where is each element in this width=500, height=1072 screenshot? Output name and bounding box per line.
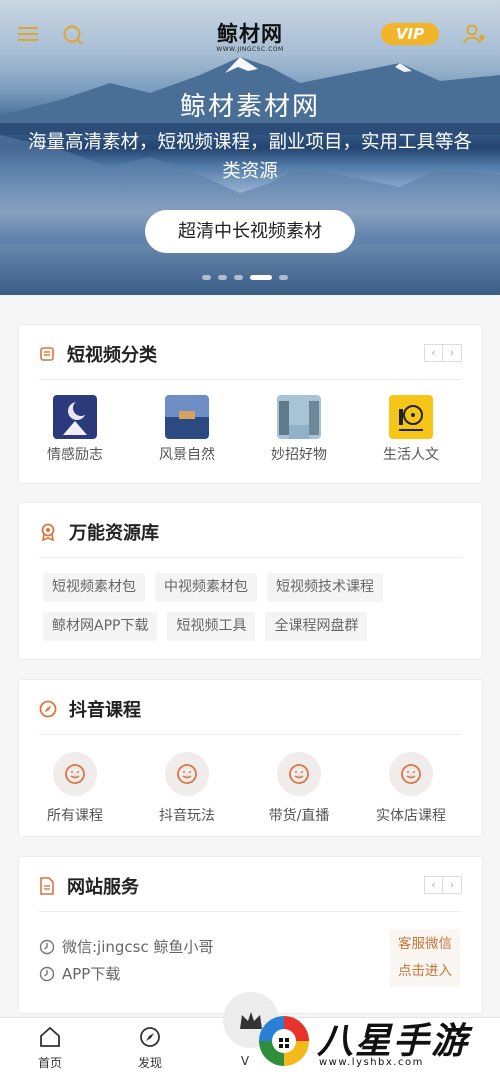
nav-label: 发现 — [137, 1056, 162, 1070]
carousel-dot[interactable] — [279, 275, 288, 280]
logo-text: 鲸材网 — [217, 22, 283, 46]
search-icon[interactable] — [61, 23, 85, 47]
banner-title: 鲸材素材网 — [179, 92, 320, 122]
divider — [39, 734, 462, 735]
category-thumb — [389, 395, 433, 439]
resource-tag[interactable]: 鲸材网APP下载 — [43, 612, 158, 641]
award-icon — [41, 523, 55, 541]
resource-tags: 短视频素材包 中视频素材包 短视频技术课程 鲸材网APP下载 短视频工具 全课程网盘群 — [43, 573, 463, 651]
course-label: 所有课程 — [47, 808, 103, 824]
category-label: 妙招好物 — [271, 447, 327, 463]
nav-home[interactable]: 首页 — [25, 1026, 75, 1071]
service-text: 微信:jingcsc 鲸鱼小哥 — [62, 938, 214, 956]
next-button[interactable]: › — [443, 876, 462, 894]
course-item[interactable]: 所有课程 — [19, 752, 131, 825]
category-item[interactable]: 风景自然 — [131, 395, 243, 464]
category-thumb — [165, 395, 209, 439]
service-button-line2: 点击进入 — [398, 963, 452, 979]
service-line[interactable]: 微信:jingcsc 鲸鱼小哥 — [39, 933, 214, 960]
hero-banner[interactable]: 鲸材网 WWW.JINGCSC.COM VIP 鲸材素材网 海量高清素材，短视频… — [0, 0, 500, 295]
clock-icon — [39, 939, 55, 954]
category-item[interactable]: 情感励志 — [19, 395, 131, 464]
resource-tag[interactable]: 短视频技术课程 — [267, 573, 383, 602]
category-label: 生活人文 — [383, 447, 439, 463]
nav-discover[interactable]: 发现 — [125, 1026, 175, 1071]
file-icon — [40, 877, 54, 895]
compass-icon — [140, 1027, 160, 1047]
site-services-card: 网站服务 ‹ › 微信:jingcsc 鲸鱼小哥 APP下载 客服微信 点击进入 — [18, 856, 483, 1014]
course-item[interactable]: 抖音玩法 — [131, 752, 243, 825]
category-item[interactable]: 生活人文 — [355, 395, 467, 464]
watermark-url: www.lyshbx.com — [319, 1057, 424, 1068]
category-thumb — [277, 395, 321, 439]
divider — [39, 379, 462, 380]
resource-tag[interactable]: 中视频素材包 — [155, 573, 257, 602]
smiley-icon — [53, 752, 97, 796]
resource-library-card: 万能资源库 短视频素材包 中视频素材包 短视频技术课程 鲸材网APP下载 短视频工具全… — [18, 502, 483, 660]
course-label: 实体店课程 — [376, 808, 446, 824]
home-icon — [40, 1026, 60, 1047]
divider — [39, 911, 462, 912]
resource-tag[interactable]: 短视频工具 — [167, 612, 256, 641]
document-icon — [40, 347, 54, 361]
card-title: 抖音课程 — [69, 700, 141, 721]
card-title: 万能资源库 — [69, 523, 159, 544]
user-vip-icon[interactable] — [462, 22, 488, 46]
carousel-dot[interactable] — [202, 275, 211, 280]
category-thumb — [53, 395, 97, 439]
carousel-dot[interactable] — [218, 275, 227, 280]
card-title: 网站服务 — [67, 877, 139, 898]
watermark: 八星手游网 www.lyshbx.com — [255, 1010, 500, 1072]
customer-service-button[interactable]: 客服微信 点击进入 — [390, 929, 460, 987]
course-label: 抖音玩法 — [159, 808, 215, 824]
compass-icon — [39, 700, 57, 718]
carousel-dots[interactable] — [202, 275, 288, 280]
prev-button[interactable]: ‹ — [424, 344, 443, 362]
category-item[interactable]: 妙招好物 — [243, 395, 355, 464]
menu-icon[interactable] — [16, 24, 40, 44]
course-item[interactable]: 实体店课程 — [355, 752, 467, 825]
banner-subtitle: 海量高清素材，短视频课程，副业项目，实用工具等各类资源 — [27, 132, 472, 182]
service-button-line1: 客服微信 — [398, 936, 452, 952]
watermark-logo — [259, 1016, 309, 1066]
course-label: 带货/直播 — [268, 808, 330, 824]
smiley-icon — [277, 752, 321, 796]
carousel-dot[interactable] — [234, 275, 243, 280]
course-item[interactable]: 带货/直播 — [243, 752, 355, 825]
prev-button[interactable]: ‹ — [424, 876, 443, 894]
vip-button[interactable]: VIP — [381, 23, 439, 45]
resource-tag[interactable]: 全课程网盘群 — [265, 612, 368, 641]
site-logo[interactable]: 鲸材网 WWW.JINGCSC.COM — [200, 18, 300, 53]
banner-cta-button[interactable]: 超清中长视频素材 — [145, 210, 355, 253]
service-line[interactable]: APP下载 — [39, 960, 214, 987]
card-title: 短视频分类 — [67, 345, 157, 366]
smiley-icon — [389, 752, 433, 796]
divider — [39, 557, 462, 558]
resource-tag[interactable]: 短视频素材包 — [43, 573, 145, 602]
douyin-course-card: 抖音课程 所有课程 抖音玩法 带货/直播 实体店课程 — [18, 679, 483, 837]
nav-label: 首页 — [37, 1056, 62, 1070]
category-label: 风景自然 — [159, 447, 215, 463]
clock-icon — [39, 966, 55, 981]
carousel-dot-active[interactable] — [250, 275, 272, 280]
smiley-icon — [165, 752, 209, 796]
category-label: 情感励志 — [47, 447, 103, 463]
logo-domain: WWW.JINGCSC.COM — [216, 46, 284, 53]
short-video-card: 短视频分类 ‹ › 情感励志 风景自然 妙招好物 生活人文 — [18, 324, 483, 484]
service-text: APP下载 — [62, 965, 121, 983]
next-button[interactable]: › — [443, 344, 462, 362]
